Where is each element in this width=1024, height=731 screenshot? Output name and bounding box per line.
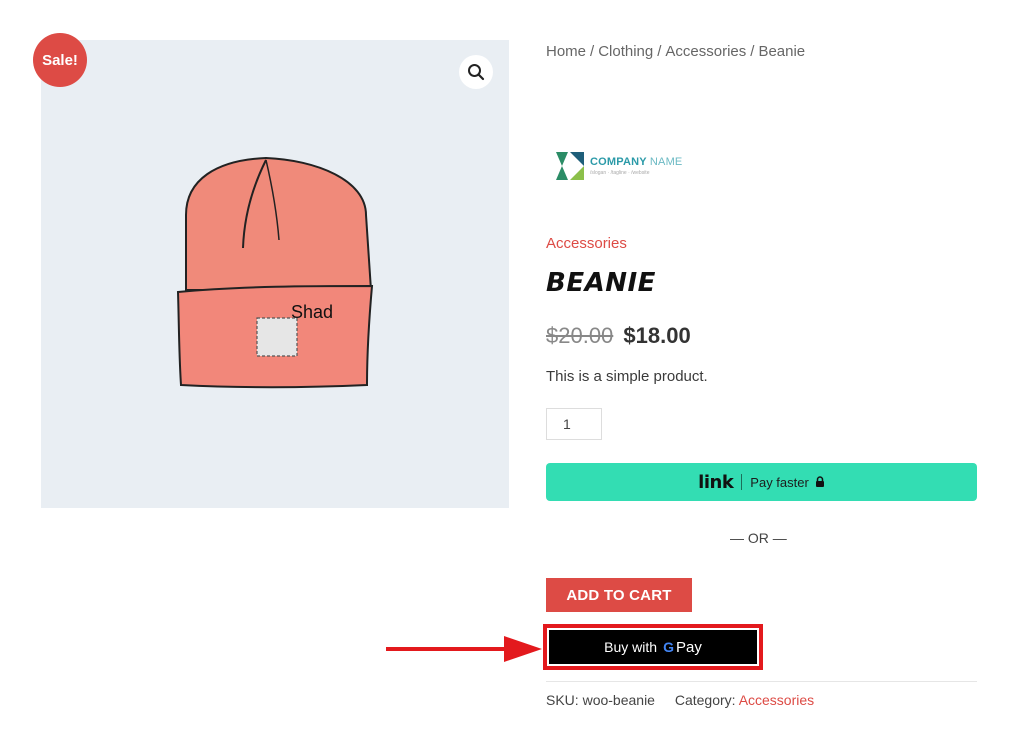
sale-price: $18.00	[623, 323, 691, 348]
link-pay-button[interactable]: link Pay faster	[546, 463, 977, 501]
product-price: $20.00 $18.00	[546, 323, 691, 349]
sku-value: woo-beanie	[582, 692, 655, 708]
breadcrumb-separator: /	[750, 43, 755, 60]
regular-price: $20.00	[546, 323, 614, 348]
category-meta-label: Category:	[674, 692, 736, 708]
product-image[interactable]: Shad	[41, 40, 509, 508]
brand-tagline: /slogan · /tagline · /website	[590, 170, 650, 176]
sale-badge: Sale!	[33, 33, 87, 87]
lock-icon	[815, 476, 824, 487]
product-category-link[interactable]: Accessories	[546, 235, 627, 252]
gpay-suffix: Pay	[675, 638, 702, 656]
short-description: This is a simple product.	[546, 368, 708, 385]
breadcrumb-separator: /	[657, 43, 662, 60]
link-pay-label: Pay faster	[750, 474, 809, 490]
link-divider	[741, 474, 743, 490]
or-divider: — OR —	[730, 530, 787, 546]
product-meta: SKU: woo-beanie Category: Accessories	[546, 692, 814, 708]
sku-label: SKU:	[546, 692, 579, 708]
search-icon	[468, 64, 485, 81]
beanie-label-text: Shad	[291, 302, 334, 322]
brand-name: COMPANY NAME	[590, 156, 682, 168]
beanie-illustration	[176, 156, 374, 389]
product-title: BEANIE	[546, 268, 656, 298]
breadcrumb-current: Beanie	[758, 43, 806, 60]
brand-name-bold: COMPANY	[590, 156, 647, 168]
breadcrumb-home[interactable]: Home	[546, 43, 586, 60]
breadcrumb-clothing[interactable]: Clothing	[598, 43, 653, 60]
gpay-prefix: Buy with	[604, 639, 658, 655]
brand-name-light: NAME	[649, 156, 683, 168]
google-pay-button[interactable]: Buy with G Pay	[549, 630, 757, 664]
breadcrumb-separator: /	[590, 43, 595, 60]
link-logo: link	[698, 471, 734, 493]
zoom-button[interactable]	[459, 55, 493, 89]
breadcrumb: Home / Clothing / Accessories / Beanie	[546, 43, 805, 60]
meta-divider	[546, 681, 977, 682]
red-arrow-annotation	[386, 636, 542, 662]
breadcrumb-accessories[interactable]: Accessories	[665, 43, 746, 60]
quantity-input[interactable]	[546, 408, 602, 440]
google-g-icon: G	[663, 639, 674, 655]
add-to-cart-button[interactable]: ADD TO CART	[546, 578, 692, 612]
category-meta-link[interactable]: Accessories	[739, 692, 814, 708]
